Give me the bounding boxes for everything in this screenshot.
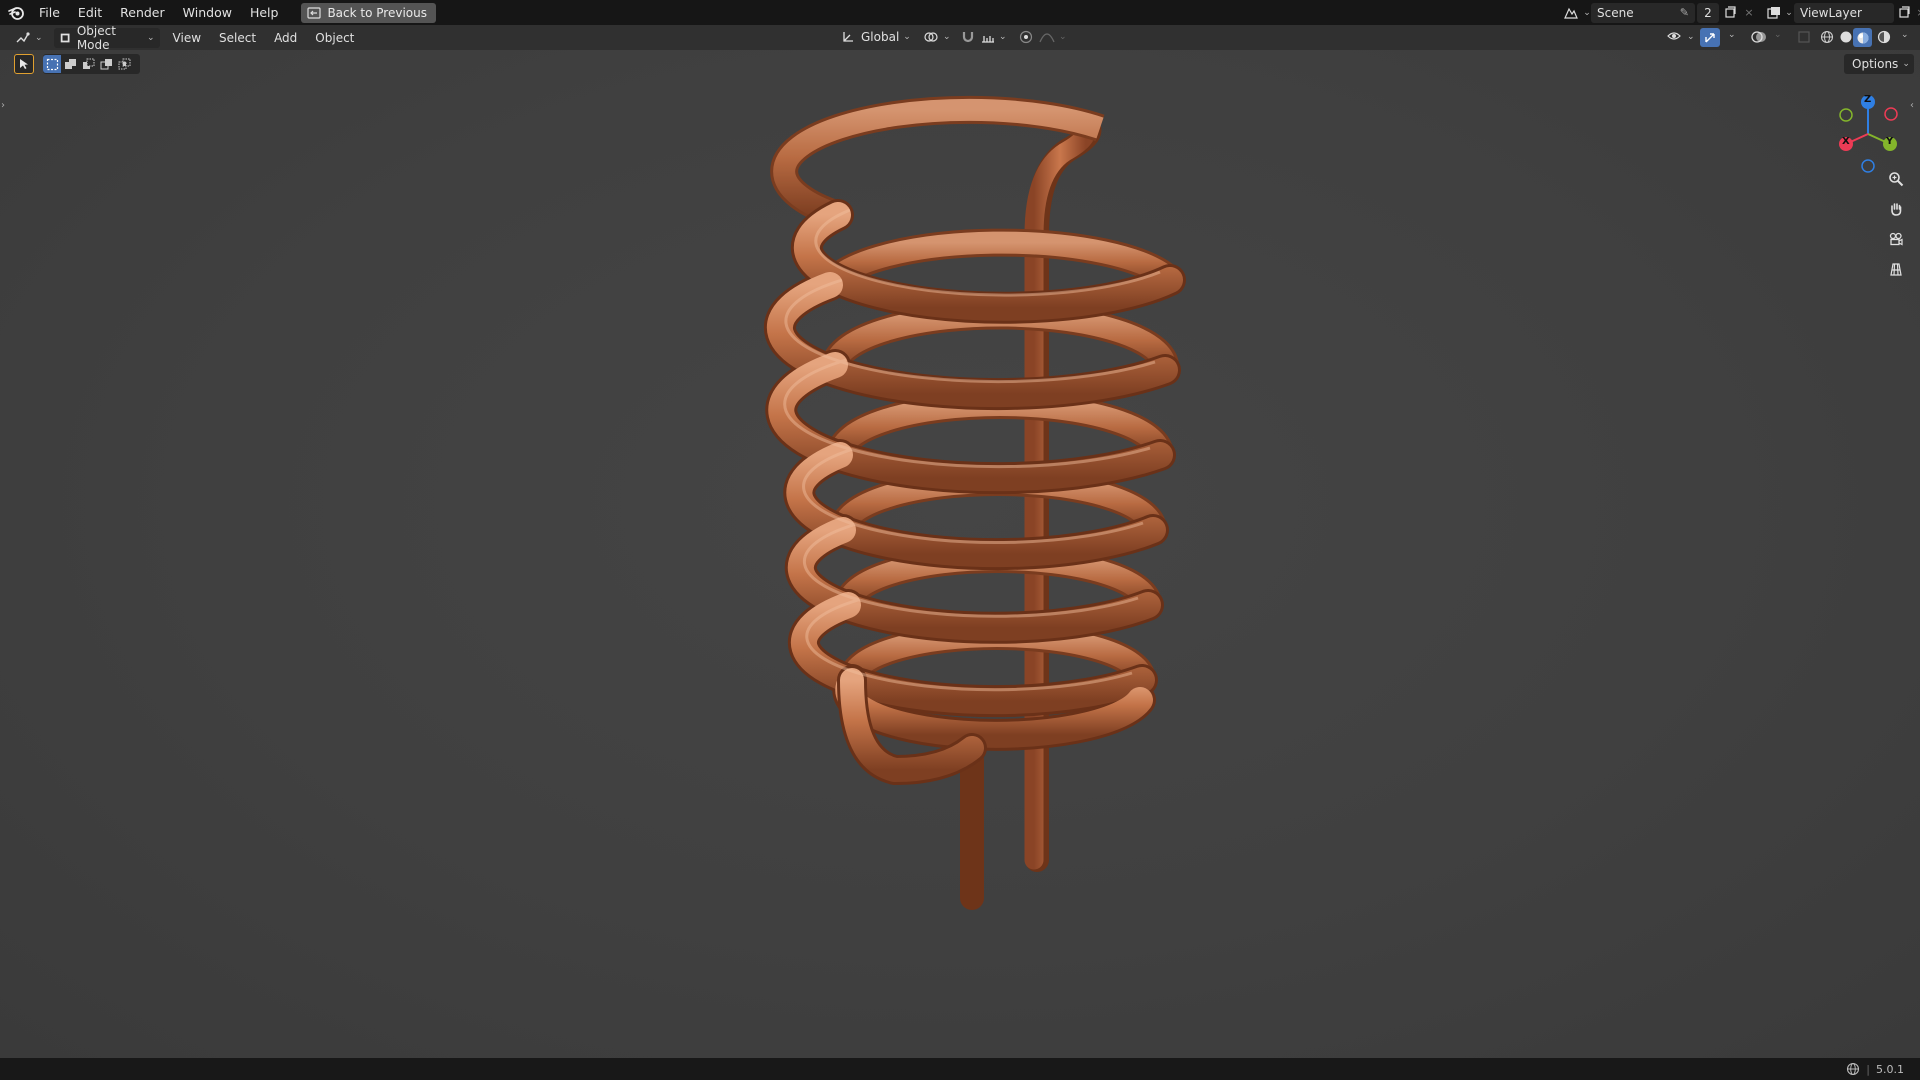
object-mode-icon xyxy=(60,33,70,42)
falloff-curve-icon xyxy=(1039,33,1055,43)
menu-render[interactable]: Render xyxy=(111,0,174,25)
sidebar-toggle-chevron-icon[interactable]: ‹ xyxy=(1910,100,1914,111)
select-invert-button[interactable] xyxy=(97,55,115,73)
eye-pointer-icon xyxy=(1667,32,1681,40)
blender-logo-icon[interactable] xyxy=(2,0,30,25)
select-new-button[interactable] xyxy=(43,55,61,73)
solid-sphere-icon xyxy=(1840,31,1852,43)
snap-target-dropdown[interactable]: ⌄ xyxy=(976,27,1012,47)
menu-window[interactable]: Window xyxy=(174,0,241,25)
select-invert-icon xyxy=(100,58,112,69)
scene-name: Scene xyxy=(1597,5,1634,20)
overlays-dropdown-chevron-icon[interactable]: ⌄ xyxy=(1774,30,1782,40)
select-intersect-button[interactable] xyxy=(115,55,133,73)
transform-orientation-dropdown[interactable]: Global ⌄ xyxy=(836,27,916,47)
version-label: 5.0.1 xyxy=(1876,1062,1904,1076)
gizmo-y-label: Y xyxy=(1886,136,1894,147)
menu-add[interactable]: Add xyxy=(265,28,306,48)
mode-dropdown[interactable]: Object Mode ⌄ xyxy=(53,24,160,52)
snap-increment-icon xyxy=(982,36,994,43)
pivot-icon xyxy=(924,32,938,42)
network-globe-icon[interactable] xyxy=(1846,1062,1860,1076)
status-bar: | 5.0.1 xyxy=(0,1058,1920,1080)
global-axes-icon xyxy=(843,32,853,42)
gizmos-toggle[interactable] xyxy=(1700,28,1720,47)
overlays-toggle[interactable] xyxy=(1746,27,1772,47)
xray-toggle[interactable] xyxy=(1792,27,1816,47)
gizmo-arrows-icon xyxy=(1705,32,1715,42)
pin-icon[interactable]: ✎ xyxy=(1680,6,1689,19)
select-extend-icon xyxy=(64,58,76,69)
scene-users-label: 2 xyxy=(1704,5,1712,20)
rendered-sphere-icon xyxy=(1877,30,1891,44)
top-bar: File Edit Render Window Help Back to Pre… xyxy=(0,0,1920,25)
shading-material-button[interactable] xyxy=(1853,28,1872,47)
tool-settings-row: Options ⌄ xyxy=(0,50,1920,77)
view-layer-field[interactable]: ViewLayer xyxy=(1794,2,1894,23)
delete-view-layer-icon[interactable]: × xyxy=(1914,6,1920,19)
gizmo-z-label: Z xyxy=(1864,94,1872,105)
overlays-icon xyxy=(1751,31,1766,43)
scene-name-field[interactable]: Scene ✎ xyxy=(1591,2,1695,23)
material-sphere-icon xyxy=(1857,32,1868,43)
menu-edit[interactable]: Edit xyxy=(69,0,111,25)
camera-icon[interactable] xyxy=(1883,226,1909,252)
scene-type-icon[interactable]: ⌄ xyxy=(1563,6,1591,20)
toolbar-toggle-chevron-icon[interactable]: › xyxy=(1,100,5,111)
select-subtract-button[interactable] xyxy=(79,55,97,73)
pivot-point-dropdown[interactable]: ⌄ xyxy=(918,27,956,47)
coil-object[interactable] xyxy=(0,50,1920,1060)
menu-object[interactable]: Object xyxy=(306,28,363,48)
menu-help[interactable]: Help xyxy=(241,0,288,25)
gizmo-x-label: X xyxy=(1842,136,1850,147)
cursor-arrow-icon xyxy=(20,59,28,69)
view-layer-name: ViewLayer xyxy=(1800,5,1862,20)
select-extend-button[interactable] xyxy=(61,55,79,73)
editor-type-button[interactable]: ⌄ xyxy=(10,28,48,48)
viewport-header: ⌄ Object Mode ⌄ View Select Add Object G… xyxy=(0,24,1920,52)
gizmos-dropdown-chevron-icon[interactable]: ⌄ xyxy=(1728,30,1736,40)
view-layer-selector: ⌄ ViewLayer × xyxy=(1766,2,1920,23)
options-dropdown[interactable]: Options ⌄ xyxy=(1844,54,1914,74)
selection-mode-group xyxy=(43,54,140,74)
proportional-falloff-dropdown[interactable]: ⌄ xyxy=(1034,27,1072,47)
status-divider: | xyxy=(1866,1062,1870,1076)
new-view-layer-icon[interactable] xyxy=(1894,6,1914,19)
visibility-selectability-dropdown[interactable]: ⌄ xyxy=(1662,27,1700,47)
scene-users-count[interactable]: 2 xyxy=(1697,2,1719,23)
shading-rendered-button[interactable] xyxy=(1872,27,1896,47)
scene-selector: ⌄ Scene ✎ 2 × xyxy=(1563,2,1757,23)
shading-dropdown-chevron-icon[interactable]: ⌄ xyxy=(1901,30,1909,40)
select-tool-button[interactable] xyxy=(14,54,34,74)
menu-file[interactable]: File xyxy=(30,0,69,25)
back-to-previous-button[interactable]: Back to Previous xyxy=(301,2,436,23)
select-new-icon xyxy=(46,58,58,70)
zoom-icon[interactable] xyxy=(1883,166,1909,192)
menu-select[interactable]: Select xyxy=(210,28,265,48)
proportional-icon xyxy=(1019,30,1033,44)
select-subtract-icon xyxy=(82,58,94,69)
grid-ortho-icon[interactable] xyxy=(1883,256,1909,282)
menu-view[interactable]: View xyxy=(164,28,210,48)
3d-viewport[interactable]: Z Y X › ‹ xyxy=(0,50,1920,1060)
view-layer-type-icon[interactable]: ⌄ xyxy=(1766,6,1794,19)
options-label: Options xyxy=(1852,57,1899,71)
hand-pan-icon[interactable] xyxy=(1883,196,1909,222)
back-to-previous-label: Back to Previous xyxy=(327,5,427,20)
delete-scene-icon[interactable]: × xyxy=(1741,6,1757,19)
editor-type-icon xyxy=(16,31,30,42)
select-intersect-icon xyxy=(118,58,130,69)
transform-orientation-label: Global xyxy=(861,30,900,44)
wireframe-sphere-icon xyxy=(1820,30,1834,44)
xray-icon xyxy=(1798,31,1810,43)
mode-label: Object Mode xyxy=(76,23,116,52)
new-scene-icon[interactable] xyxy=(1719,6,1741,19)
screen-back-icon xyxy=(307,6,322,19)
magnet-icon xyxy=(962,32,974,43)
